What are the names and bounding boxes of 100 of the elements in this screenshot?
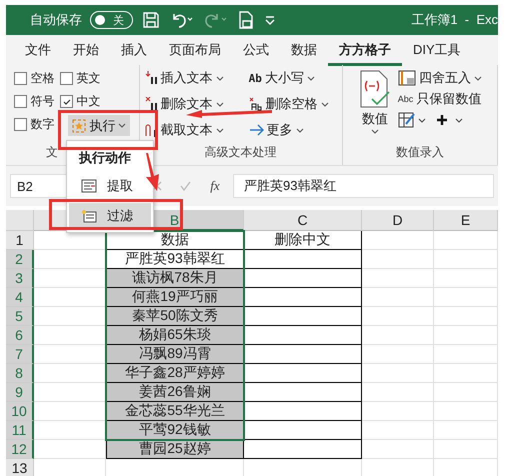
ribbon-button[interactable]: 插入文本 [144,69,249,87]
number-button[interactable]: 数值 [358,69,392,134]
abc-icon: Abc [398,94,414,104]
table-cell: 金芯蕊55华光兰 [106,402,244,421]
table-cell: 平莺92钱敏 [106,421,244,440]
ribbon-tab[interactable]: 开始 [62,34,110,66]
checkbox[interactable]: 中文 [60,92,130,111]
delete-text-icon [144,97,158,111]
empty-cell [434,250,498,269]
checkbox[interactable]: 数字 [14,115,60,134]
checkbox[interactable]: 空格 [14,69,60,88]
ribbon-button[interactable]: Ab 大小写 [248,69,337,87]
window-title: 工作簿1 - Exc [411,11,498,29]
empty-cell [434,383,498,402]
ribbon-button[interactable]: 删除空格 [248,95,337,113]
caret-icon [306,76,315,80]
caret-icon [370,129,379,134]
empty-cell [362,269,434,288]
run-button[interactable]: 执行 [68,115,130,136]
table-cell: 冯飘89冯霄 [106,345,244,364]
menu-item[interactable]: 过滤 [69,203,151,229]
row-header[interactable]: 11 [6,421,34,440]
table-cell: 秦苹50陈文秀 [106,307,244,326]
empty-cell [434,345,498,364]
empty-cell [362,307,434,326]
empty-cell [434,288,498,307]
ribbon-tab[interactable]: 数据 [280,34,328,66]
checkbox-box[interactable] [14,95,28,108]
empty-cell [434,326,498,345]
empty-cell [362,326,434,345]
checkbox-box[interactable] [14,72,28,85]
ribbon-tab[interactable]: 页面布局 [158,34,232,66]
empty-cell [434,364,498,383]
row-header[interactable]: 1 [6,231,34,250]
ribbon-tab[interactable]: 插入 [110,34,158,66]
row-header[interactable]: 9 [6,383,34,402]
empty-cell [362,345,434,364]
row-header[interactable]: 13 [6,459,34,476]
document-icon[interactable] [237,10,255,30]
checkbox[interactable]: 英文 [60,69,130,88]
row-header[interactable]: 6 [6,326,34,345]
menu-heading: 执行动作 [78,149,132,167]
ribbon-button[interactable]: 更多 [248,121,337,139]
empty-cell [434,440,498,459]
column-header[interactable]: E [434,210,498,231]
number-format-icon [358,69,392,109]
ribbon-button[interactable]: Abc 只保留数值 [398,90,482,108]
arrow-right-icon [248,124,264,136]
group-label: 数值录入 [396,144,444,161]
checkbox-label: 空格 [30,70,54,87]
caret-icon [118,123,126,128]
checkbox-label: 中文 [76,93,100,110]
row-header[interactable]: 12 [6,440,34,459]
round-icon [398,70,416,86]
checkbox-box[interactable] [60,95,74,108]
empty-cell [362,231,434,250]
column-header[interactable]: D [362,210,434,231]
ribbon-button[interactable]: 四舍五入 [398,69,482,87]
table-cell: 华子鑫28严婷婷 [106,364,244,383]
case-icon: Ab [248,72,262,84]
checkbox[interactable]: 符号 [14,92,60,111]
row-header[interactable]: 3 [6,269,34,288]
autosave-toggle[interactable]: 关 [90,11,133,29]
ribbon-tab[interactable]: 文件 [14,34,62,66]
formula-field[interactable]: 严胜英93韩翠红 [233,174,494,198]
ribbon-button[interactable]: 截取文本 [144,121,249,139]
caret-icon [216,102,224,106]
group-label: 高级文本处理 [204,144,277,161]
table-cell: 曹园25赵婷 [106,440,244,459]
row-header[interactable]: 8 [6,364,34,383]
function-button[interactable]: fx [203,178,227,194]
ribbon-tab[interactable]: DIY工具 [402,34,472,66]
menu-item[interactable]: 提取 [69,173,141,199]
empty-cell [434,231,498,250]
ribbon-button[interactable]: 删除文本 [144,95,249,113]
autosave-label: 自动保存 [30,11,82,29]
row-header[interactable]: 7 [6,345,34,364]
table-cell: 删除中文 [244,231,362,250]
table-cell: 谯访枫78朱月 [106,269,244,288]
checkbox-box[interactable] [14,118,28,131]
row-header[interactable]: 2 [6,250,34,269]
row-header[interactable]: 10 [6,402,34,421]
table-cell: 何燕19严巧丽 [106,288,244,307]
checkbox-label: 数字 [30,116,54,133]
list-icon [81,179,97,193]
caret-icon [474,76,482,80]
save-icon[interactable] [141,10,161,30]
row-header[interactable]: 4 [6,288,34,307]
ribbon-tab[interactable]: 公式 [232,34,280,66]
empty-cell [362,440,434,459]
empty-cell [434,269,498,288]
insert-text-icon [144,71,158,85]
column-header[interactable]: C [244,210,362,231]
checkbox-label: 符号 [30,93,54,110]
empty-cell [434,421,498,440]
table-cell: 杨娟65朱琰 [106,326,244,345]
empty-cell [362,383,434,402]
checkbox-box[interactable] [60,72,74,85]
row-header[interactable]: 5 [6,307,34,326]
empty-cell [362,402,434,421]
